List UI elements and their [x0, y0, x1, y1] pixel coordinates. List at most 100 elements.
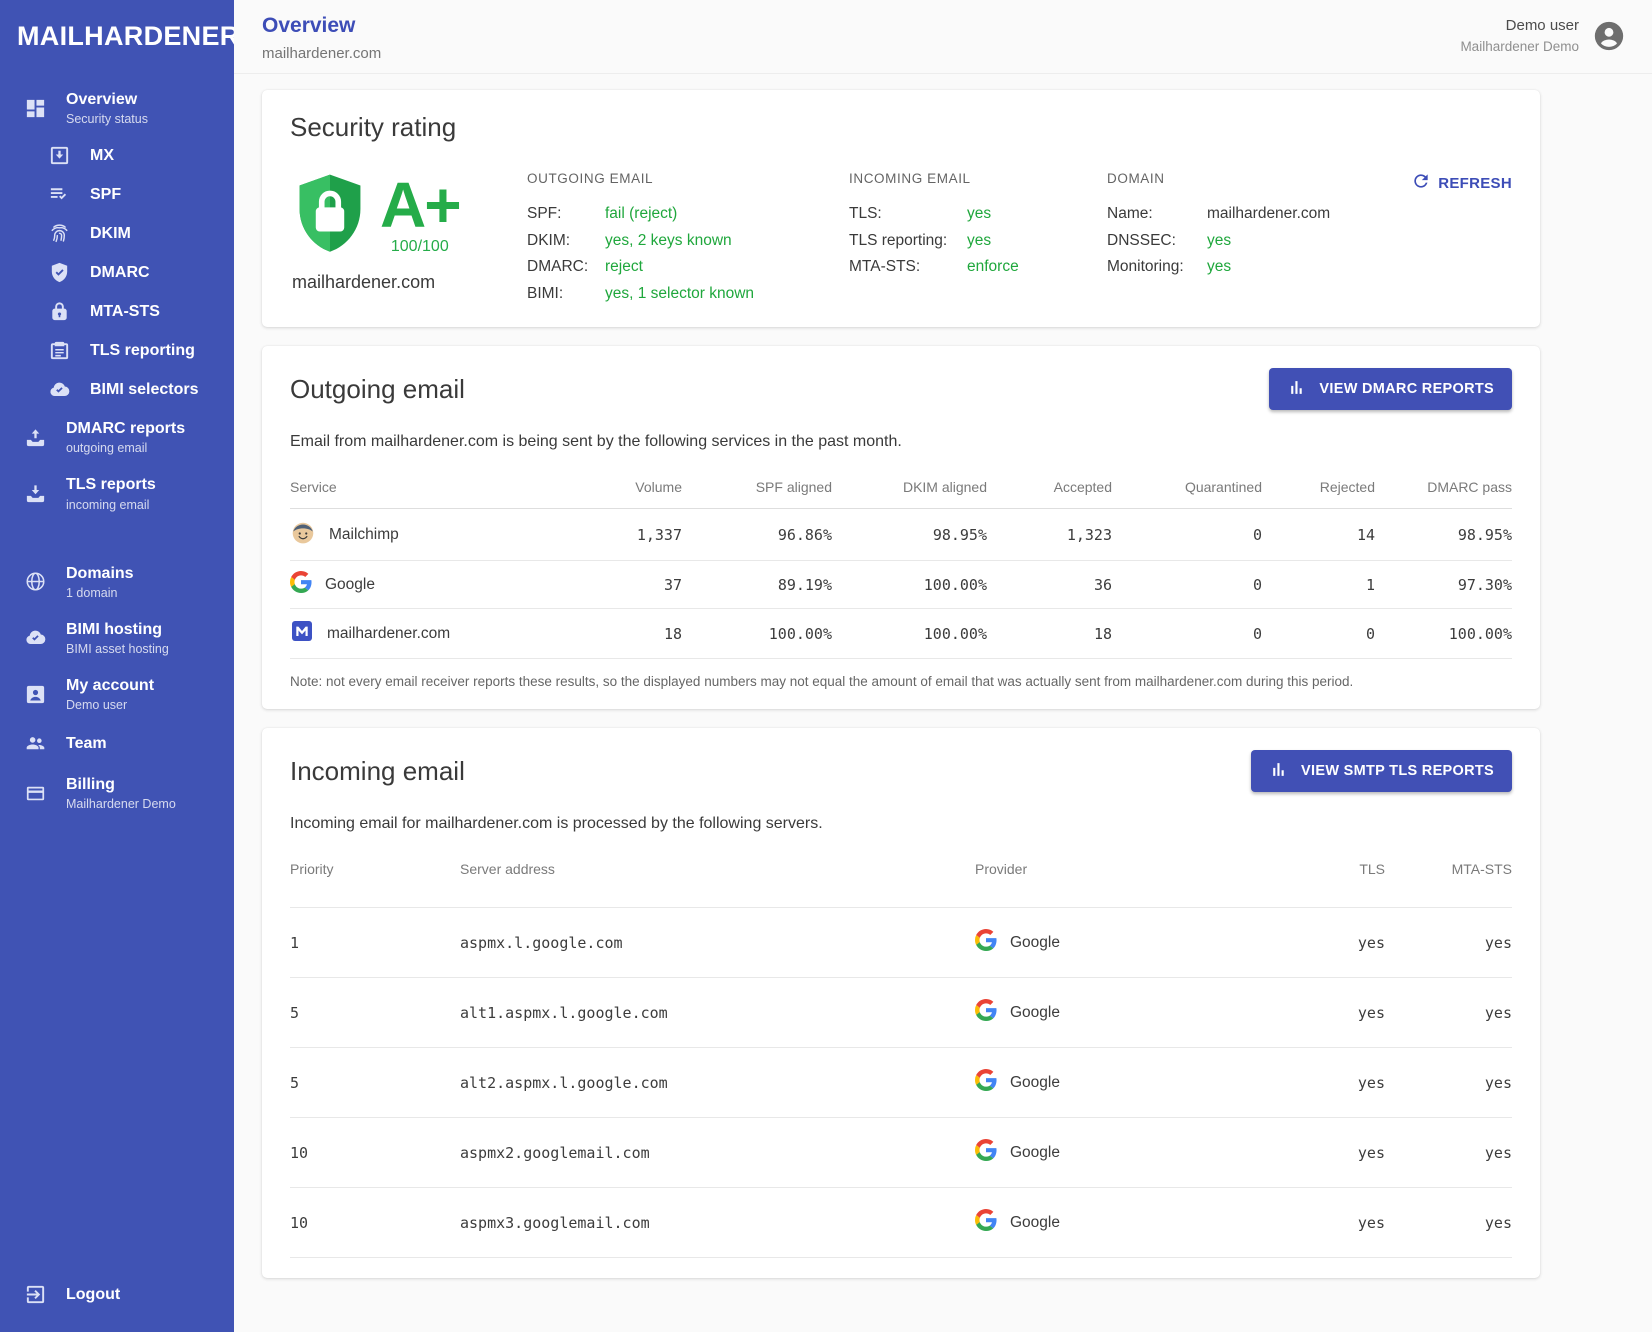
outgoing-column-header-volume: Volume	[540, 469, 682, 509]
sidebar-item-tls-reporting[interactable]: TLS reporting	[0, 331, 234, 370]
sidebar-item-spf[interactable]: SPF	[0, 175, 234, 214]
server-cell: alt1.aspmx.l.google.com	[460, 978, 975, 1048]
incoming-column-header-tls: TLS	[1270, 851, 1385, 908]
security-row-bimi: BIMI:yes, 1 selector known	[527, 281, 849, 308]
security-row-tls-reporting: TLS reporting:yes	[849, 228, 1107, 255]
provider-name: Google	[1010, 1214, 1060, 1232]
app-logo: MAILHARDENER	[0, 0, 234, 58]
security-row-label: SPF:	[527, 201, 605, 228]
google-icon	[975, 1209, 997, 1236]
tls-cell: yes	[1270, 908, 1385, 978]
security-grade: A+	[380, 177, 460, 235]
inbox-arrow-down-icon	[48, 144, 71, 167]
sidebar-item-label: MTA-STS	[90, 302, 160, 321]
security-row-name: Name:mailhardener.com	[1107, 201, 1357, 228]
sidebar-item-mx[interactable]: MX	[0, 136, 234, 175]
sidebar-item-dmarc[interactable]: DMARC	[0, 253, 234, 292]
user-org: Mailhardener Demo	[1460, 39, 1579, 54]
security-row-label: Name:	[1107, 201, 1207, 228]
shield-check-icon	[48, 261, 71, 284]
google-icon	[975, 929, 997, 956]
quarantined-cell: 0	[1112, 509, 1262, 561]
tls-cell: yes	[1270, 1118, 1385, 1188]
sidebar-item-label: TLS reports	[66, 475, 156, 494]
view-smtp-tls-reports-button[interactable]: VIEW SMTP TLS REPORTS	[1251, 750, 1512, 792]
clipboard-icon	[48, 339, 71, 362]
security-row-value: enforce	[967, 254, 1019, 281]
provider-cell: Google	[975, 1188, 1270, 1258]
security-row-value: yes	[1207, 254, 1231, 281]
view-dmarc-reports-button[interactable]: VIEW DMARC REPORTS	[1269, 368, 1512, 410]
sidebar-item-bimi-selectors[interactable]: BIMI selectors	[0, 370, 234, 409]
security-row-dkim: DKIM:yes, 2 keys known	[527, 228, 849, 255]
service-name: Mailchimp	[329, 526, 399, 544]
incoming-row-aspmx-l-google-com: 1aspmx.l.google.comGoogleyesyes	[290, 908, 1512, 978]
security-row-monitoring: Monitoring:yes	[1107, 254, 1357, 281]
sidebar-item-team[interactable]: Team	[0, 722, 234, 765]
sidebar-item-text: DMARC reportsoutgoing email	[66, 419, 185, 455]
incoming-email-description: Incoming email for mailhardener.com is p…	[290, 815, 1512, 833]
priority-cell: 10	[290, 1118, 460, 1188]
sidebar-item-logout[interactable]: Logout	[0, 1263, 234, 1332]
sidebar-item-sublabel: Demo user	[66, 698, 154, 712]
cloud-check-icon	[48, 378, 71, 401]
provider-cell: Google	[975, 1048, 1270, 1118]
sidebar-item-label: BIMI hosting	[66, 620, 169, 639]
sidebar-item-text: Domains1 domain	[66, 564, 134, 600]
security-row-mta-sts: MTA-STS:enforce	[849, 254, 1107, 281]
security-column-incoming-email: INCOMING EMAILTLS:yesTLS reporting:yesMT…	[849, 171, 1107, 307]
google-icon	[975, 1069, 997, 1096]
security-row-label: DKIM:	[527, 228, 605, 255]
accepted-cell: 36	[987, 561, 1112, 609]
dmarc-cell: 97.30%	[1375, 561, 1512, 609]
security-row-value: yes, 1 selector known	[605, 281, 754, 308]
sidebar-item-domains[interactable]: Domains1 domain	[0, 554, 234, 610]
view-dmarc-reports-label: VIEW DMARC REPORTS	[1319, 381, 1494, 397]
incoming-column-header-mta-sts: MTA-STS	[1385, 851, 1512, 908]
sidebar-item-bimi-hosting[interactable]: BIMI hostingBIMI asset hosting	[0, 610, 234, 666]
incoming-column-header-server-address: Server address	[460, 851, 975, 908]
outgoing-row-mailhardener-com: mailhardener.com18100.00%100.00%1800100.…	[290, 609, 1512, 659]
outgoing-row-mailchimp: Mailchimp1,33796.86%98.95%1,32301498.95%	[290, 509, 1512, 561]
service-name: mailhardener.com	[327, 625, 450, 643]
page-subtitle: mailhardener.com	[262, 45, 381, 62]
sidebar-item-mta-sts[interactable]: MTA-STS	[0, 292, 234, 331]
tls-cell: yes	[1270, 1188, 1385, 1258]
sidebar-item-overview[interactable]: OverviewSecurity status	[0, 80, 234, 136]
server-cell: aspmx3.googlemail.com	[460, 1188, 975, 1258]
security-row-value: yes	[1207, 228, 1231, 255]
provider-name: Google	[1010, 1074, 1060, 1092]
outgoing-column-header-quarantined: Quarantined	[1112, 469, 1262, 509]
sidebar-item-dmarc-reports[interactable]: DMARC reportsoutgoing email	[0, 409, 234, 465]
sidebar-item-my-account[interactable]: My account Demo user	[0, 666, 234, 722]
google-icon	[975, 999, 997, 1026]
outgoing-column-header-spf-aligned: SPF aligned	[682, 469, 832, 509]
provider-name: Google	[1010, 1004, 1060, 1022]
sidebar-item-text: DMARC	[90, 263, 150, 282]
incoming-email-table: PriorityServer addressProviderTLSMTA-STS…	[290, 851, 1512, 1258]
server-cell: aspmx.l.google.com	[460, 908, 975, 978]
security-rating-body: A+ 100/100 mailhardener.com OUTGOING EMA…	[290, 171, 1512, 307]
sidebar-item-text: MTA-STS	[90, 302, 160, 321]
security-grade-block: A+ 100/100 mailhardener.com	[290, 171, 527, 307]
sidebar-item-text: Team	[66, 734, 107, 753]
page-header: Overview mailhardener.com Demo user Mail…	[234, 0, 1652, 74]
sidebar-item-label: SPF	[90, 185, 121, 204]
incoming-row-aspmx2-googlemail-com: 10aspmx2.googlemail.comGoogleyesyes	[290, 1118, 1512, 1188]
google-icon	[290, 571, 312, 598]
sidebar-item-dkim[interactable]: DKIM	[0, 214, 234, 253]
dmarc-cell: 100.00%	[1375, 609, 1512, 659]
sidebar-item-billing[interactable]: BillingMailhardener Demo	[0, 765, 234, 821]
refresh-button[interactable]: REFRESH	[1411, 171, 1512, 195]
sidebar: MAILHARDENER OverviewSecurity statusMX SP…	[0, 0, 234, 1332]
security-row-value: fail (reject)	[605, 201, 677, 228]
tray-arrow-up-icon	[24, 426, 47, 449]
sidebar-item-tls-reports[interactable]: TLS reportsincoming email	[0, 465, 234, 521]
server-cell: alt2.aspmx.l.google.com	[460, 1048, 975, 1118]
sidebar-item-label: Team	[66, 734, 107, 753]
avatar[interactable]	[1592, 19, 1626, 53]
sidebar-item-label: My account	[66, 676, 154, 695]
shield-lock-icon	[290, 171, 370, 262]
volume-cell: 18	[540, 609, 682, 659]
main-area: Overview mailhardener.com Demo user Mail…	[234, 0, 1652, 1332]
